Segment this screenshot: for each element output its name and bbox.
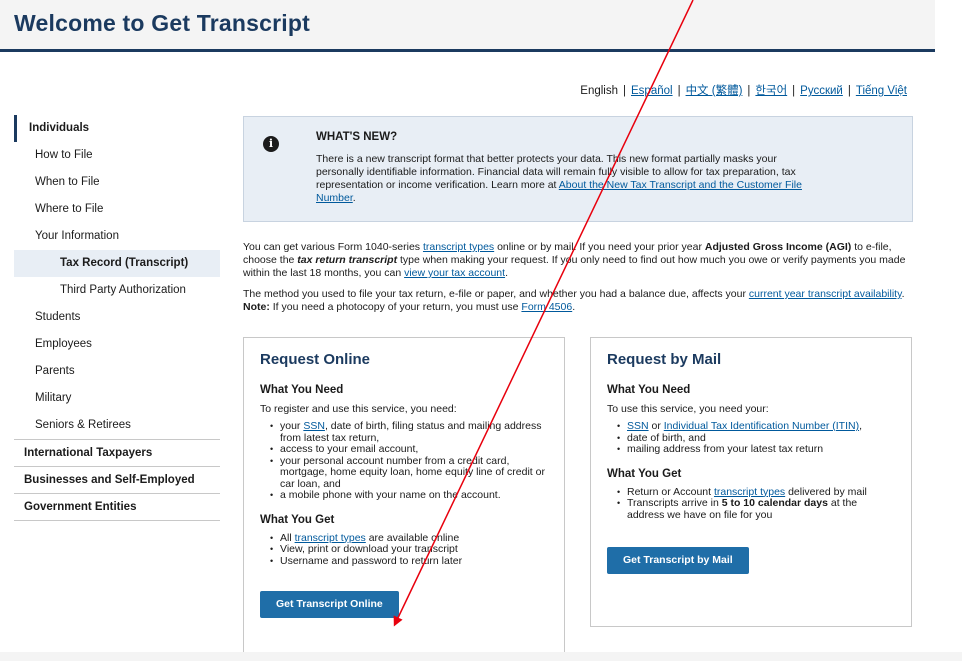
ssn-link[interactable]: SSN (627, 420, 649, 432)
mail-need-heading: What You Need (607, 384, 691, 396)
itin-link[interactable]: Individual Tax Identification Number (IT… (664, 420, 859, 432)
sidebar-item-third-party-authorization[interactable]: Third Party Authorization (14, 277, 220, 304)
whats-new-title: WHAT'S NEW? (316, 131, 398, 143)
sidebar-item-international-taxpayers[interactable]: International Taxpayers (14, 439, 220, 466)
list-item: your SSN, date of birth, filing status a… (270, 420, 548, 444)
list-item-text: All (280, 531, 295, 544)
list-item: Username and password to return later (270, 555, 548, 568)
language-link-vietnamese[interactable]: Tiếng Việt (856, 85, 907, 97)
online-need-intro: To register and use this service, you ne… (260, 403, 457, 415)
tax-return-transcript-emphasis: tax return transcript (297, 254, 398, 266)
delivery-time-emphasis: 5 to 10 calendar days (721, 497, 828, 509)
online-need-heading: What You Need (260, 384, 344, 396)
intro-text-segment: . (572, 301, 576, 313)
list-item: a mobile phone with your name on the acc… (270, 489, 548, 502)
intro-text-segment: If you need a photocopy of your return, … (269, 301, 522, 313)
intro-text-segment: . (901, 288, 905, 300)
transcript-availability-link[interactable]: current year transcript availability (749, 288, 902, 300)
request-mail-title: Request by Mail (607, 351, 722, 368)
list-item: View, print or download your transcript (270, 543, 548, 556)
request-online-card: Request Online What You Need To register… (243, 337, 565, 661)
sidebar-item-when-to-file[interactable]: When to File (14, 169, 220, 196)
sidebar-nav: Individuals How to File When to File Whe… (14, 115, 220, 521)
whats-new-panel: i WHAT'S NEW? There is a new transcript … (243, 116, 913, 222)
list-item-text: your (280, 420, 304, 432)
sidebar-item-businesses[interactable]: Businesses and Self-Employed (14, 466, 220, 493)
transcript-types-link[interactable]: transcript types (295, 532, 366, 544)
intro-text-segment: The method you used to file your tax ret… (243, 288, 749, 300)
language-selector: English | Español | 中文 (繁體) | 한국어 | Русский | Tiến… (580, 85, 907, 97)
language-link-korean[interactable]: 한국어 (755, 85, 787, 97)
intro-text-segment: online or by mail. If you need your prio… (494, 241, 705, 253)
language-link-spanish[interactable]: Español (631, 85, 673, 97)
online-get-heading: What You Get (260, 513, 335, 526)
sidebar-item-seniors-retirees[interactable]: Seniors & Retirees (14, 412, 220, 439)
get-transcript-online-button[interactable]: Get Transcript Online (260, 591, 399, 618)
list-item: SSN or Individual Tax Identification Num… (617, 420, 895, 433)
language-link-russian[interactable]: Русский (800, 85, 843, 97)
get-transcript-by-mail-button[interactable]: Get Transcript by Mail (607, 547, 749, 574)
transcript-types-link[interactable]: transcript types (423, 241, 494, 253)
ssn-link[interactable]: SSN (303, 420, 325, 432)
sidebar-item-students[interactable]: Students (14, 304, 220, 331)
sidebar-item-tax-record[interactable]: Tax Record (Transcript) (14, 250, 220, 277)
mail-get-heading: What You Get (607, 467, 682, 480)
online-need-list: your SSN, date of birth, filing status a… (270, 420, 548, 502)
request-mail-card: Request by Mail What You Need To use thi… (590, 337, 912, 627)
note-label: Note: (243, 301, 270, 313)
intro-paragraph-1: You can get various Form 1040-series tra… (243, 241, 923, 280)
transcript-types-link[interactable]: transcript types (714, 486, 785, 498)
intro-paragraph-2: The method you used to file your tax ret… (243, 288, 923, 314)
page-title: Welcome to Get Transcript (14, 10, 310, 36)
list-item-text: are available online (365, 531, 460, 544)
list-item-text: or (648, 420, 664, 432)
sidebar-item-employees[interactable]: Employees (14, 331, 220, 358)
list-item: Transcripts arrive in 5 to 10 calendar d… (617, 497, 895, 521)
language-current: English (580, 85, 618, 97)
intro-text: You can get various Form 1040-series tra… (243, 241, 923, 314)
whats-new-end: . (352, 192, 356, 204)
info-icon: i (263, 136, 279, 152)
list-item-text: , (859, 420, 862, 432)
intro-text-segment: You can get various Form 1040-series (243, 241, 423, 253)
language-link-chinese[interactable]: 中文 (繁體) (686, 85, 743, 97)
view-tax-account-link[interactable]: view your tax account (404, 267, 505, 279)
sidebar-item-parents[interactable]: Parents (14, 358, 220, 385)
sidebar-item-where-to-file[interactable]: Where to File (14, 196, 220, 223)
list-item: mailing address from your latest tax ret… (617, 443, 895, 456)
request-online-title: Request Online (260, 351, 371, 368)
list-item: your personal account number from a cred… (270, 455, 548, 491)
sidebar-item-military[interactable]: Military (14, 385, 220, 412)
whats-new-text: There is a new transcript format that be… (316, 153, 816, 205)
mail-get-list: Return or Account transcript types deliv… (617, 485, 895, 522)
intro-text-segment: . (505, 267, 508, 279)
mail-need-intro: To use this service, you need your: (607, 403, 769, 415)
agi-emphasis: Adjusted Gross Income (AGI) (704, 241, 852, 253)
list-item-text: delivered by mail (785, 485, 867, 498)
sidebar-item-individuals[interactable]: Individuals (14, 115, 220, 142)
page-header: Welcome to Get Transcript (0, 0, 935, 52)
sidebar-item-how-to-file[interactable]: How to File (14, 142, 220, 169)
form-4506-link[interactable]: Form 4506 (521, 301, 572, 313)
list-item: access to your email account, (270, 443, 548, 456)
online-get-list: All transcript types are available onlin… (270, 531, 548, 568)
footer-strip (0, 652, 962, 661)
mail-need-list: SSN or Individual Tax Identification Num… (617, 420, 895, 456)
sidebar-item-your-information[interactable]: Your Information (14, 223, 220, 250)
list-item-text: Return or Account (627, 485, 714, 498)
list-item-text: Transcripts arrive in (627, 497, 722, 509)
sidebar-item-government-entities[interactable]: Government Entities (14, 493, 220, 520)
